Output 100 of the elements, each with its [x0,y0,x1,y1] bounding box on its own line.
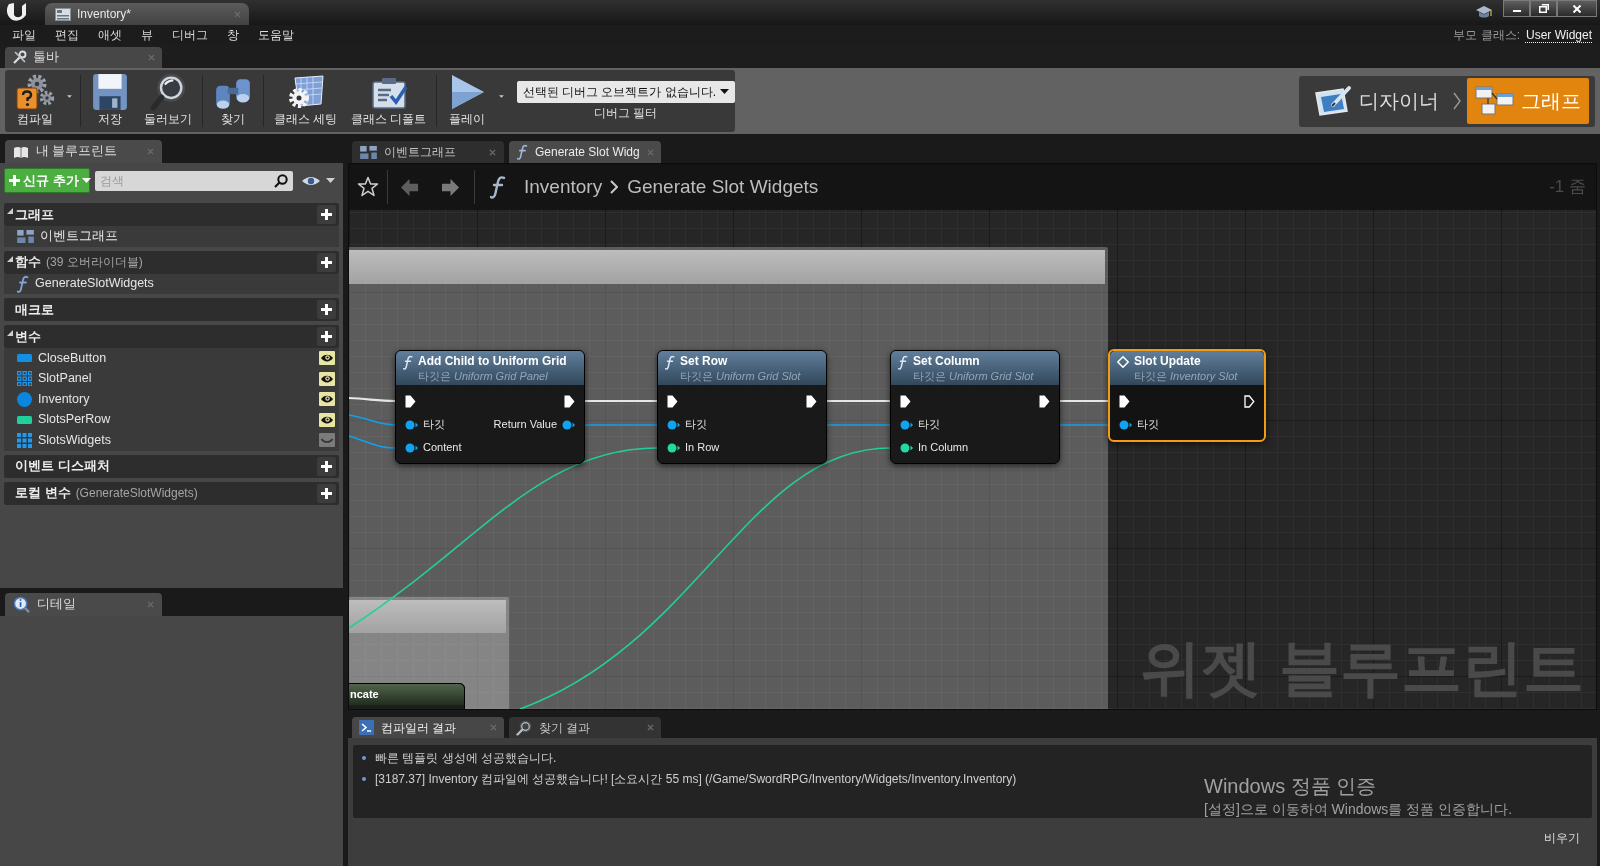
back-arrow-icon[interactable] [400,177,419,197]
find-button[interactable]: 찾기 [206,70,260,132]
data-pin-icon[interactable] [1119,419,1132,430]
exec-pin-icon[interactable] [806,395,817,408]
restore-button[interactable] [1530,0,1557,17]
expand-arrow-icon[interactable] [7,208,13,214]
function-node[interactable]: Add Child to Uniform Grid 타깃은 Uniform Grid Panel 타깃 Return Value Content [395,350,585,464]
add-button[interactable] [317,300,336,319]
caret-icon[interactable] [326,178,335,183]
data-pin-icon[interactable] [667,442,680,453]
parent-class-label: 부모 클래스: [1453,27,1520,44]
menu-item[interactable]: 편집 [55,27,79,43]
graph-tab[interactable]: Generate Slot Widg [509,141,661,163]
function-icon [490,174,506,200]
browse-button[interactable]: 둘러보기 [137,70,200,132]
diamond-icon [1117,356,1129,368]
variable-item[interactable]: SlotPanel [4,368,339,389]
eye-icon[interactable] [319,371,335,386]
expand-arrow-icon[interactable] [7,255,13,262]
exec-pin-icon[interactable] [667,395,678,408]
class-defaults-button[interactable]: 클래스 디폴트 [343,70,434,132]
exec-pin-icon[interactable] [405,395,416,408]
log-line: [3187.37] Inventory 컴파일에 성공했습니다! [소요시간 55 ms] (/Game/SwordRPG/Inventory/Widgets/Inventory.Inventory) [375,771,1017,788]
data-pin-icon[interactable] [405,419,418,430]
graph-item[interactable]: 이벤트그래프 [4,226,339,247]
function-node[interactable]: Set Column 타깃은 Uniform Grid Slot 타깃 In Column [890,350,1060,464]
panel-tab[interactable]: 디테일 [5,593,162,616]
expand-arrow-icon[interactable] [7,330,13,336]
minimize-button[interactable] [1503,0,1530,17]
eye-icon[interactable] [319,351,335,366]
breadcrumb-link[interactable]: Generate Slot Widgets [627,172,819,202]
exec-pin-icon[interactable] [900,395,911,408]
panel-tab[interactable]: 툴바 [5,47,162,68]
eye-icon[interactable] [319,392,335,407]
menu-item[interactable]: 디버그 [172,27,208,43]
interface-node[interactable]: Slot Update 타깃은 Inventory Slot 타깃 [1108,349,1266,442]
node-subtitle: 타깃은 Inventory Slot [1134,369,1238,384]
clear-button[interactable]: 비우기 [1544,829,1580,847]
close-button[interactable] [1557,0,1597,17]
mode-tab[interactable]: 디자이너 [1305,78,1447,124]
data-pin-icon[interactable] [900,442,913,453]
variable-item[interactable]: SlotsPerRow [4,409,339,430]
menu-item[interactable]: 파일 [12,27,36,43]
exec-pin-icon[interactable] [1039,395,1050,408]
output-tab[interactable]: 컴파일러 결과 [352,717,504,738]
eye-icon[interactable] [319,412,335,427]
search-field[interactable]: 검색 [95,170,293,191]
variable-item[interactable]: Inventory [4,389,339,410]
function-item[interactable]: GenerateSlotWidgets [4,273,339,294]
menu-item[interactable]: 도움말 [258,27,294,43]
plus-icon [9,175,20,186]
graph-node[interactable]: ncate [349,683,465,709]
add-button[interactable] [317,205,336,224]
add-button[interactable] [317,456,336,476]
plus-icon [321,487,332,499]
pin-label: 타깃 [685,417,707,433]
star-icon[interactable] [357,176,379,198]
data-pin-icon[interactable] [562,419,575,430]
function-node[interactable]: Set Row 타깃은 Uniform Grid Slot 타깃 In Row [657,350,827,464]
category-header[interactable]: 매크로 [4,298,339,321]
closed-eye-icon[interactable] [319,433,335,448]
breadcrumb-link[interactable]: Inventory [524,172,603,202]
search-icon[interactable] [274,173,288,188]
menu-item[interactable]: 애셋 [98,27,122,43]
data-wire [1059,424,1109,426]
category-header[interactable]: 함수 (39 오버라이더블) [4,250,339,274]
variable-item[interactable]: SlotsWidgets [4,430,339,451]
menu-item[interactable]: 창 [227,27,239,43]
category-header[interactable]: 그래프 [4,203,339,226]
close-icon[interactable] [489,148,496,156]
play-button[interactable]: 플레이 [439,70,494,132]
data-pin-icon[interactable] [405,442,418,453]
category-header[interactable]: 변수 [4,325,339,348]
graph-tab[interactable]: 이벤트그래프 [352,141,504,163]
caret-icon[interactable] [81,178,91,183]
eye-icon[interactable] [301,174,321,187]
class-settings-button[interactable]: 클래스 세팅 [266,70,344,132]
add-button[interactable] [317,252,336,272]
book-icon [13,144,29,159]
add-button[interactable] [317,327,336,346]
compile-button[interactable]: 컴파일 [8,70,62,132]
data-pin-icon[interactable] [667,419,680,430]
forward-arrow-icon[interactable] [441,177,460,197]
variable-item[interactable]: CloseButton [4,348,339,369]
exec-pin-icon[interactable] [564,395,575,408]
graduation-cap-icon[interactable] [1475,5,1493,19]
category-header[interactable]: 이벤트 디스패처 [4,454,339,478]
save-button[interactable]: 저장 [83,70,138,132]
parent-class-link[interactable]: User Widget [1525,26,1592,44]
document-tab[interactable]: Inventory* [45,3,249,25]
add-button[interactable] [317,483,336,503]
caret-icon[interactable] [720,89,729,94]
panel-tab[interactable]: 내 블루프린트 [5,140,162,163]
data-pin-icon[interactable] [900,419,913,430]
debug-filter-dropdown[interactable]: 선택된 디버그 오브젝트가 없습니다. [516,80,735,103]
output-tab[interactable]: 찾기 결과 [509,717,661,738]
exec-pin-icon[interactable] [1244,395,1255,408]
exec-pin-icon[interactable] [1119,395,1130,408]
category-header[interactable]: 로컬 변수 (GenerateSlotWidgets) [4,481,339,505]
menu-item[interactable]: 뷰 [141,27,153,43]
